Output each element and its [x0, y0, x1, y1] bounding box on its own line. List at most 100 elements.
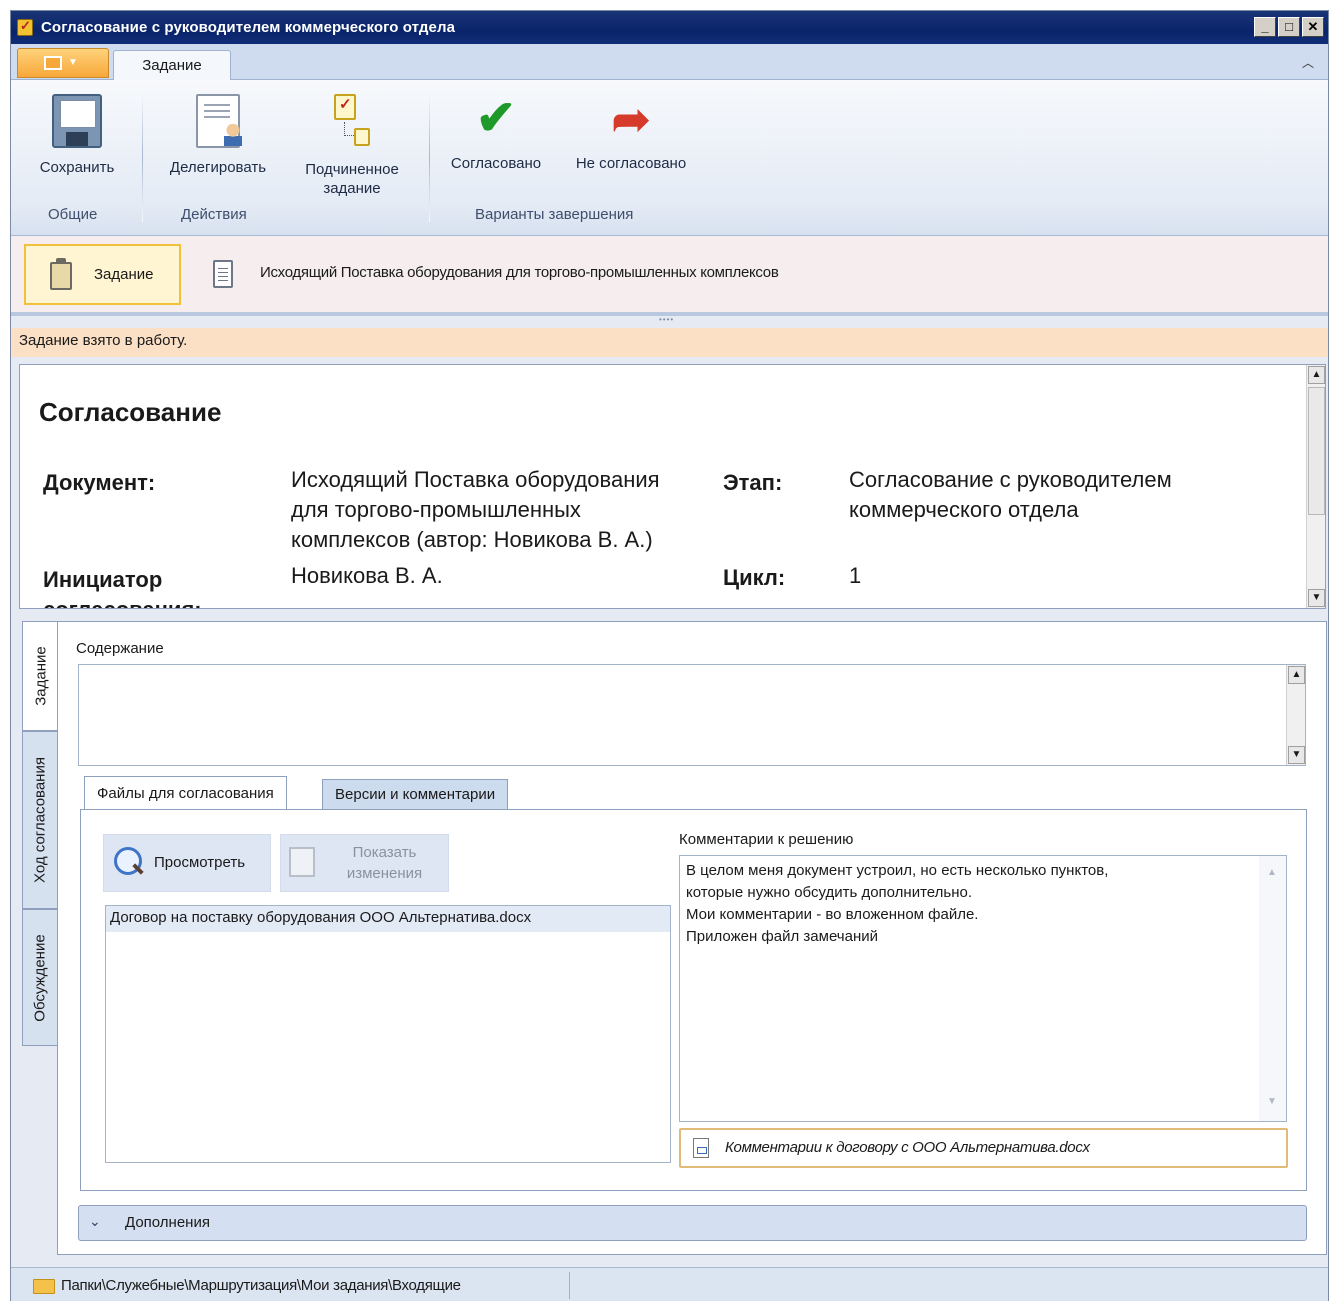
delegate-button[interactable]: Делегировать	[155, 94, 281, 177]
scroll-thumb[interactable]	[1308, 387, 1325, 515]
document-value: Исходящий Поставка оборудования для торг…	[291, 465, 660, 555]
compare-documents-icon	[289, 847, 315, 877]
minimize-button[interactable]: _	[1254, 17, 1276, 37]
folder-path[interactable]: Папки\Служебные\Маршрутизация\Мои задани…	[61, 1277, 461, 1294]
group-label-general: Общие	[48, 206, 98, 223]
window-controls: _ □ ✕	[1254, 17, 1324, 37]
scroll-down-icon[interactable]: ▼	[1288, 746, 1305, 764]
scroll-down-icon[interactable]: ▼	[1308, 589, 1325, 607]
ribbon-tab-task[interactable]: Задание	[113, 50, 231, 81]
subtask-label-line1: Подчиненное	[305, 161, 399, 178]
content-field[interactable]: ▲ ▼	[78, 664, 1306, 766]
checkmark-icon: ✔	[475, 92, 517, 145]
collapse-ribbon-icon[interactable]: ︿	[1302, 54, 1314, 71]
close-button[interactable]: ✕	[1302, 17, 1324, 37]
comment-line: Мои комментарии - во вложенном файле.	[686, 906, 979, 923]
divider	[569, 1272, 570, 1299]
content-label: Содержание	[76, 640, 164, 657]
document-card-tab[interactable]: Исходящий Поставка оборудования для торг…	[201, 244, 951, 305]
additions-label: Дополнения	[125, 1214, 210, 1231]
comments-scrollbar[interactable]	[1259, 856, 1286, 1121]
show-changes-label-line: изменения	[346, 865, 423, 882]
application-menu-button[interactable]: ▼	[17, 48, 109, 78]
document-value-line: комплексов (автор: Новикова В. А.)	[291, 527, 653, 552]
files-tab-panel: Просмотреть Показать изменения Договор н…	[80, 809, 1307, 1191]
task-window: Согласование с руководителем коммерческо…	[10, 10, 1329, 1301]
task-card-tab[interactable]: Задание	[24, 244, 181, 305]
page-title: Согласование	[39, 397, 222, 427]
stage-value: Согласование с руководителем коммерческо…	[849, 465, 1172, 525]
file-icon	[693, 1138, 709, 1158]
ribbon-panel: Сохранить Общие Делегировать Подчиненное…	[11, 80, 1328, 236]
list-item[interactable]: Договор на поставку оборудования ООО Аль…	[106, 906, 670, 932]
initiator-value: Новикова В. А.	[291, 563, 443, 588]
group-label-completion: Варианты завершения	[475, 206, 634, 223]
stage-value-line: коммерческого отдела	[849, 497, 1079, 522]
approved-button[interactable]: ✔ Согласовано	[439, 94, 553, 173]
clipboard-icon	[50, 258, 72, 290]
tab-versions-and-comments-label: Версии и комментарии	[335, 786, 496, 803]
initiator-label: Инициатор согласования:	[43, 565, 202, 608]
title-bar[interactable]: Согласование с руководителем коммерческо…	[11, 11, 1328, 44]
cycle-label: Цикл:	[723, 565, 786, 590]
show-changes-button[interactable]: Показать изменения	[280, 834, 449, 892]
not-approved-label: Не согласовано	[575, 155, 687, 172]
stage-value-line: Согласование с руководителем	[849, 467, 1172, 492]
initiator-label-line: согласования:	[43, 595, 202, 608]
scroll-up-icon[interactable]: ▲	[1308, 366, 1325, 384]
document-value-line: для торгово-промышленных	[291, 497, 581, 522]
approval-info-panel: Согласование Документ: Исходящий Поставк…	[19, 364, 1326, 609]
side-tab-approval-progress-label: Ход согласования	[31, 757, 49, 883]
save-button[interactable]: Сохранить	[27, 94, 127, 177]
document-card-tab-label: Исходящий Поставка оборудования для торг…	[260, 264, 779, 281]
view-button[interactable]: Просмотреть	[103, 834, 271, 892]
maximize-button[interactable]: □	[1278, 17, 1300, 37]
attached-file[interactable]: Комментарии к договору с ООО Альтернатив…	[679, 1128, 1288, 1168]
task-app-icon	[17, 18, 33, 36]
side-tab-discussion[interactable]: Обсуждение	[22, 909, 58, 1046]
task-card-tab-label: Задание	[94, 266, 154, 283]
info-scrollbar[interactable]: ▲ ▼	[1306, 365, 1325, 608]
delegate-document-user-icon	[196, 94, 242, 148]
comment-line: которые нужно обсудить дополнительно.	[686, 884, 973, 901]
redo-arrow-icon: ➦	[611, 93, 651, 145]
group-separator	[142, 92, 143, 222]
subtask-label-line2: задание	[323, 180, 381, 197]
tab-versions-and-comments[interactable]: Версии и комментарии	[322, 779, 509, 810]
not-approved-button[interactable]: ➦ Не согласовано	[563, 94, 699, 173]
app-menu-icon	[44, 56, 62, 70]
tab-files-for-approval[interactable]: Файлы для согласования	[84, 776, 287, 810]
floppy-disk-icon	[52, 94, 102, 148]
comments-label: Комментарии к решению	[679, 831, 854, 848]
side-tab-task[interactable]: Задание	[22, 621, 58, 731]
side-tab-discussion-label: Обсуждение	[31, 933, 49, 1022]
magnifier-icon	[114, 847, 144, 879]
approved-label: Согласовано	[450, 155, 542, 172]
side-tab-approval-progress[interactable]: Ход согласования	[22, 731, 58, 909]
subtask-icon	[330, 94, 374, 150]
comment-line: В целом меня документ устроил, но есть н…	[686, 862, 1109, 879]
stage-label: Этап:	[723, 470, 783, 495]
files-list: Договор на поставку оборудования ООО Аль…	[105, 905, 671, 1163]
chevron-down-icon: ⌄	[89, 1213, 101, 1229]
folder-icon	[33, 1279, 55, 1294]
document-label: Документ:	[43, 470, 156, 495]
initiator-label-line: Инициатор	[43, 567, 163, 592]
splitter-grip[interactable]: ••••	[659, 315, 674, 324]
scroll-up-icon[interactable]: ▲	[1288, 666, 1305, 684]
task-tab-panel: Содержание ▲ ▼ Файлы для согласования Ве…	[57, 621, 1327, 1255]
document-value-line: Исходящий Поставка оборудования	[291, 467, 660, 492]
group-label-actions: Действия	[181, 206, 247, 223]
side-tab-task-label: Задание	[32, 646, 49, 706]
ribbon-tab-strip: ▼ Задание ︿	[11, 44, 1328, 81]
decision-comments-field[interactable]: В целом меня документ устроил, но есть н…	[679, 855, 1287, 1122]
delegate-label: Делегировать	[169, 159, 267, 176]
group-separator	[429, 92, 430, 222]
view-button-label: Просмотреть	[154, 854, 246, 871]
content-scrollbar[interactable]: ▲ ▼	[1286, 665, 1305, 765]
subtask-button[interactable]: Подчиненное задание	[291, 94, 413, 198]
comment-line: Приложен файл замечаний	[686, 928, 878, 945]
additions-expander[interactable]: ⌄ Дополнения	[78, 1205, 1307, 1241]
card-tabs-bar: Задание Исходящий Поставка оборудования …	[11, 236, 1328, 316]
cycle-value: 1	[849, 563, 862, 588]
